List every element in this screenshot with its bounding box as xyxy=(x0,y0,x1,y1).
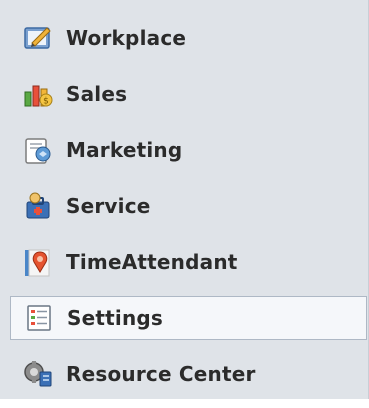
nav-item-label: Service xyxy=(66,194,151,218)
nav-item-workplace[interactable]: Workplace xyxy=(0,16,369,60)
nav-item-sales[interactable]: $ Sales xyxy=(0,72,369,116)
nav-item-label: Sales xyxy=(66,82,128,106)
nav-item-marketing[interactable]: Marketing xyxy=(0,128,369,172)
sales-icon: $ xyxy=(22,78,54,110)
svg-text:$: $ xyxy=(43,97,49,107)
nav-item-label: TimeAttendant xyxy=(66,250,238,274)
nav-item-service[interactable]: Service xyxy=(0,184,369,228)
nav-item-settings[interactable]: Settings xyxy=(10,296,367,340)
service-icon xyxy=(22,190,54,222)
site-map-nav: Workplace $ Sales Marketing Service Time… xyxy=(0,16,369,408)
workplace-icon xyxy=(22,22,54,54)
nav-item-label: Settings xyxy=(67,306,164,330)
settings-icon xyxy=(23,302,55,334)
nav-item-resource-center[interactable]: Resource Center xyxy=(0,352,369,396)
nav-item-label: Workplace xyxy=(66,26,187,50)
navigation-panel: Workplace $ Sales Marketing Service Time… xyxy=(0,0,369,399)
nav-item-timeattendant[interactable]: TimeAttendant xyxy=(0,240,369,284)
timeattendant-icon xyxy=(22,246,54,278)
marketing-icon xyxy=(22,134,54,166)
nav-item-label: Resource Center xyxy=(66,362,256,386)
resource-center-icon xyxy=(22,358,54,390)
nav-item-label: Marketing xyxy=(66,138,183,162)
